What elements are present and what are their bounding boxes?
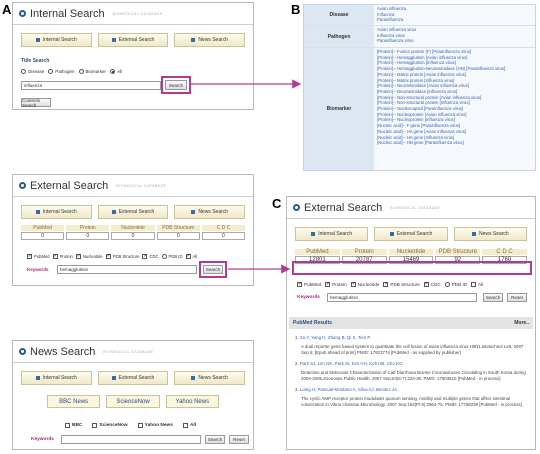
connector-arrows <box>191 79 302 274</box>
